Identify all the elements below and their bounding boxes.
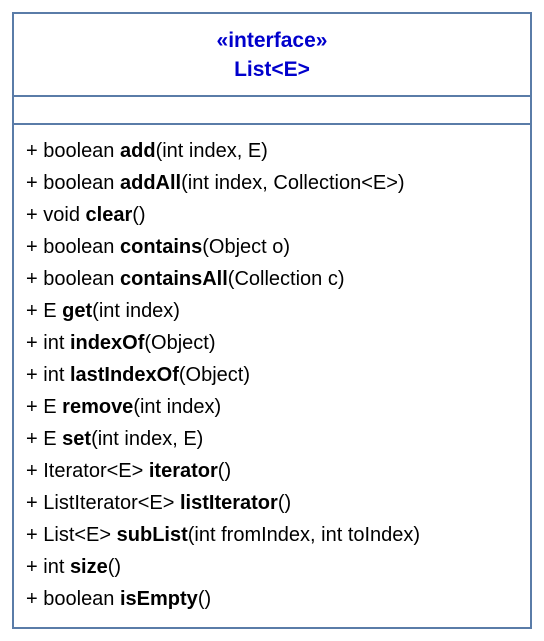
method-params: (Collection c) [228, 268, 345, 290]
method-return-type: E [43, 396, 56, 418]
method-return-type: int [43, 364, 64, 386]
method-return-type: int [43, 556, 64, 578]
method-visibility: + [26, 236, 38, 258]
method-visibility: + [26, 268, 38, 290]
method-name: indexOf [70, 332, 144, 354]
method-return-type: ListIterator<E> [43, 492, 174, 514]
method-params: () [132, 204, 145, 226]
method-row: + int indexOf(Object) [26, 327, 518, 359]
method-params: () [218, 460, 231, 482]
method-visibility: + [26, 492, 38, 514]
method-row: + int size() [26, 551, 518, 583]
method-row: + boolean add(int index, E) [26, 135, 518, 167]
method-row: + Iterator<E> iterator() [26, 455, 518, 487]
method-row: + E get(int index) [26, 295, 518, 327]
uml-header: «interface» List<E> [14, 14, 530, 97]
method-name: iterator [149, 460, 218, 482]
method-params: (int index, Collection<E>) [181, 172, 404, 194]
method-params: (Object) [179, 364, 250, 386]
method-return-type: boolean [43, 236, 114, 258]
method-row: + boolean contains(Object o) [26, 231, 518, 263]
method-params: (Object) [144, 332, 215, 354]
method-params: () [198, 588, 211, 610]
method-name: remove [62, 396, 133, 418]
method-name: isEmpty [120, 588, 198, 610]
method-return-type: int [43, 332, 64, 354]
method-return-type: boolean [43, 172, 114, 194]
method-name: contains [120, 236, 202, 258]
method-name: set [62, 428, 91, 450]
stereotype-label: «interface» [14, 26, 530, 55]
method-name: listIterator [180, 492, 278, 514]
method-name: clear [86, 204, 133, 226]
method-visibility: + [26, 300, 38, 322]
method-return-type: void [43, 204, 80, 226]
method-visibility: + [26, 396, 38, 418]
method-visibility: + [26, 140, 38, 162]
method-visibility: + [26, 428, 38, 450]
method-name: add [120, 140, 156, 162]
method-visibility: + [26, 460, 38, 482]
method-name: size [70, 556, 108, 578]
method-visibility: + [26, 556, 38, 578]
method-return-type: boolean [43, 588, 114, 610]
method-return-type: E [43, 428, 56, 450]
method-row: + boolean containsAll(Collection c) [26, 263, 518, 295]
method-visibility: + [26, 364, 38, 386]
uml-methods-section: + boolean add(int index, E)+ boolean add… [14, 125, 530, 627]
method-params: (int index, E) [156, 140, 268, 162]
method-params: (int index) [92, 300, 180, 322]
method-name: subList [117, 524, 188, 546]
method-visibility: + [26, 204, 38, 226]
method-visibility: + [26, 588, 38, 610]
method-row: + E remove(int index) [26, 391, 518, 423]
method-row: + int lastIndexOf(Object) [26, 359, 518, 391]
method-params: (Object o) [202, 236, 290, 258]
interface-name: List<E> [14, 55, 530, 84]
method-row: + boolean addAll(int index, Collection<E… [26, 167, 518, 199]
method-visibility: + [26, 332, 38, 354]
method-row: + List<E> subList(int fromIndex, int toI… [26, 519, 518, 551]
method-name: get [62, 300, 92, 322]
method-name: containsAll [120, 268, 228, 290]
uml-interface-box: «interface» List<E> + boolean add(int in… [12, 12, 532, 629]
method-params: () [278, 492, 291, 514]
method-name: lastIndexOf [70, 364, 179, 386]
method-params: () [108, 556, 121, 578]
method-return-type: Iterator<E> [43, 460, 143, 482]
method-row: + boolean isEmpty() [26, 583, 518, 615]
method-return-type: List<E> [43, 524, 111, 546]
uml-attributes-section [14, 97, 530, 125]
method-params: (int index) [133, 396, 221, 418]
method-row: + ListIterator<E> listIterator() [26, 487, 518, 519]
method-visibility: + [26, 524, 38, 546]
method-return-type: boolean [43, 140, 114, 162]
method-row: + E set(int index, E) [26, 423, 518, 455]
method-visibility: + [26, 172, 38, 194]
method-name: addAll [120, 172, 181, 194]
method-return-type: E [43, 300, 56, 322]
method-row: + void clear() [26, 199, 518, 231]
method-params: (int index, E) [91, 428, 203, 450]
method-return-type: boolean [43, 268, 114, 290]
method-params: (int fromIndex, int toIndex) [188, 524, 420, 546]
